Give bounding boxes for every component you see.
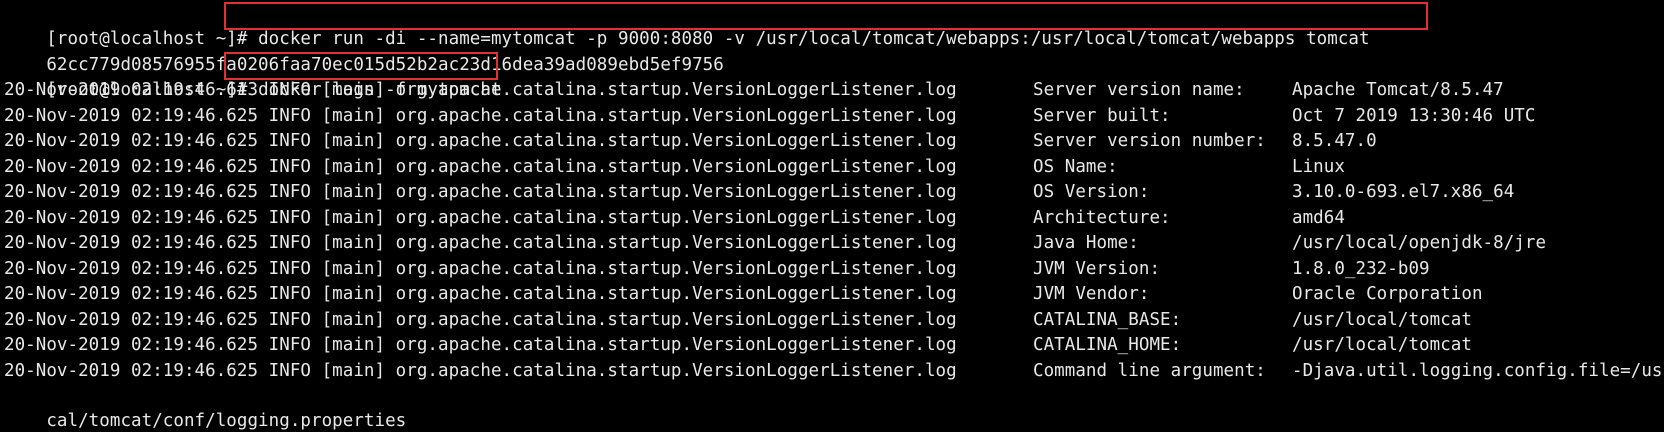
log-value: Linux: [1292, 156, 1345, 177]
log-value: 8.5.47.0: [1292, 131, 1377, 151]
log-value: /usr/local/tomcat: [1292, 335, 1472, 355]
terminal-window[interactable]: [root@localhost ~]# docker run -di --nam…: [0, 0, 1664, 432]
log-key: Java Home:: [1033, 233, 1139, 253]
log-prefix: 20-Nov-2019 02:19:46.613 INFO [main] org…: [4, 80, 957, 100]
wrapped-text: cal/tomcat/conf/logging.properties: [46, 411, 407, 431]
log-line: 20-Nov-2019 02:19:46.625 INFO [main] org…: [4, 231, 1664, 256]
log-value: Oct 7 2019 13:30:46 UTC: [1292, 105, 1536, 126]
log-prefix: 20-Nov-2019 02:19:46.625 INFO [main] org…: [4, 309, 957, 330]
log-prefix: 20-Nov-2019 02:19:46.625 INFO [main] org…: [4, 131, 957, 151]
log-key: Server version name:: [1033, 80, 1245, 100]
log-value: Oracle Corporation: [1292, 284, 1483, 304]
terminal-cursor: [4, 409, 14, 429]
log-key: Server version number:: [1033, 131, 1266, 151]
log-prefix: 20-Nov-2019 02:19:46.625 INFO [main] org…: [4, 335, 957, 355]
log-line: 20-Nov-2019 02:19:46.625 INFO [main] org…: [4, 129, 1664, 154]
log-line: 20-Nov-2019 02:19:46.625 INFO [main] org…: [4, 359, 1664, 384]
log-key: OS Version:: [1033, 182, 1150, 202]
log-key: Command line argument:: [1033, 360, 1266, 381]
prompt-line: [root@localhost ~]# docker logs -f mytom…: [4, 53, 502, 100]
log-line: 20-Nov-2019 02:19:46.625 INFO [main] org…: [4, 308, 1664, 333]
log-line: 20-Nov-2019 02:19:46.613 INFO [main] org…: [4, 78, 1664, 103]
log-key: CATALINA_HOME:: [1033, 335, 1182, 355]
log-line: 20-Nov-2019 02:19:46.625 INFO [main] org…: [4, 155, 1664, 180]
log-line: 20-Nov-2019 02:19:46.625 INFO [main] org…: [4, 257, 1664, 282]
log-prefix: 20-Nov-2019 02:19:46.625 INFO [main] org…: [4, 207, 957, 228]
log-prefix: 20-Nov-2019 02:19:46.625 INFO [main] org…: [4, 360, 957, 381]
wrapped-line: cal/tomcat/conf/logging.properties: [4, 384, 406, 431]
log-key: JVM Vendor:: [1033, 284, 1150, 304]
log-line: 20-Nov-2019 02:19:46.625 INFO [main] org…: [4, 104, 1664, 129]
log-prefix: 20-Nov-2019 02:19:46.625 INFO [main] org…: [4, 258, 957, 279]
log-value: /usr/local/openjdk-8/jre: [1292, 233, 1547, 253]
log-prefix: 20-Nov-2019 02:19:46.625 INFO [main] org…: [4, 156, 957, 177]
log-value: -Djava.util.logging.config.file=/usr/lo: [1292, 360, 1664, 381]
log-line: 20-Nov-2019 02:19:46.625 INFO [main] org…: [4, 180, 1664, 205]
log-value: /usr/local/tomcat: [1292, 309, 1472, 330]
log-value: Apache Tomcat/8.5.47: [1292, 80, 1504, 100]
prompt-line: [root@localhost ~]# docker run -di --nam…: [4, 2, 1370, 49]
log-key: CATALINA_BASE:: [1033, 309, 1182, 330]
log-prefix: 20-Nov-2019 02:19:46.625 INFO [main] org…: [4, 105, 957, 126]
log-value: 3.10.0-693.el7.x86_64: [1292, 182, 1515, 202]
log-line: 20-Nov-2019 02:19:46.625 INFO [main] org…: [4, 282, 1664, 307]
log-key: OS Name:: [1033, 156, 1118, 177]
log-value: 1.8.0_232-b09: [1292, 258, 1430, 279]
log-prefix: 20-Nov-2019 02:19:46.625 INFO [main] org…: [4, 233, 957, 253]
log-prefix: 20-Nov-2019 02:19:46.625 INFO [main] org…: [4, 284, 957, 304]
log-prefix: 20-Nov-2019 02:19:46.625 INFO [main] org…: [4, 182, 957, 202]
log-value: amd64: [1292, 207, 1345, 228]
log-line: 20-Nov-2019 02:19:46.625 INFO [main] org…: [4, 333, 1664, 358]
log-key: Architecture:: [1033, 207, 1171, 228]
output-line: 62cc779d08576955fa0206faa70ec015d52b2ac2…: [4, 28, 724, 75]
log-line: 20-Nov-2019 02:19:46.625 INFO [main] org…: [4, 206, 1664, 231]
log-key: JVM Version:: [1033, 258, 1161, 279]
log-key: Server built:: [1033, 105, 1171, 126]
